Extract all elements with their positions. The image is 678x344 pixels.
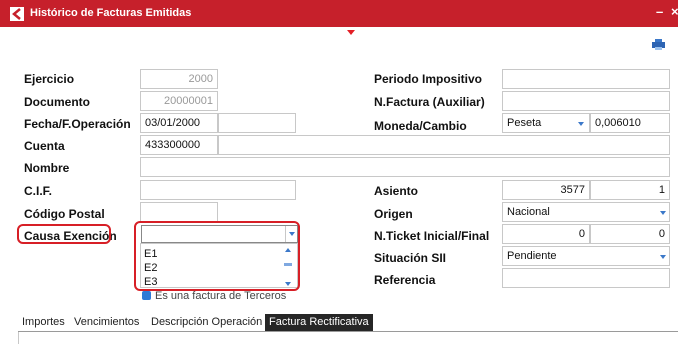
origen-select[interactable]: Nacional bbox=[502, 202, 670, 222]
situacion-sii-label: Situación SII bbox=[374, 251, 447, 265]
collapse-arrow-icon[interactable] bbox=[347, 30, 355, 35]
tab-bar: Importes Vencimientos Descripción Operac… bbox=[18, 314, 678, 332]
causa-exencion-dropdown-highlight bbox=[134, 221, 300, 291]
tab-vencimientos[interactable]: Vencimientos bbox=[70, 314, 143, 331]
chevron-down-icon[interactable] bbox=[660, 211, 666, 215]
origen-value: Nacional bbox=[507, 206, 550, 218]
fecha-operacion-field[interactable] bbox=[218, 113, 296, 133]
ticket-final-field[interactable]: 0 bbox=[590, 224, 670, 244]
situacion-sii-select[interactable]: Pendiente bbox=[502, 246, 670, 266]
cif-label: C.I.F. bbox=[24, 184, 53, 198]
terceros-checkbox[interactable] bbox=[142, 291, 151, 300]
cuenta-field[interactable]: 433300000 bbox=[140, 135, 218, 155]
close-button[interactable]: × bbox=[671, 4, 678, 19]
asiento-label: Asiento bbox=[374, 184, 419, 198]
fecha-field[interactable]: 03/01/2000 bbox=[140, 113, 218, 133]
documento-label: Documento bbox=[24, 95, 90, 109]
asiento-field[interactable]: 3577 bbox=[502, 180, 590, 200]
ejercicio-field[interactable]: 2000 bbox=[140, 69, 218, 89]
ticket-label: N.Ticket Inicial/Final bbox=[374, 229, 490, 243]
cuenta-name-field[interactable] bbox=[218, 135, 670, 155]
tab-content-panel bbox=[18, 332, 678, 344]
printer-icon[interactable] bbox=[652, 39, 665, 50]
cif-field[interactable] bbox=[140, 180, 296, 200]
moneda-select[interactable]: Peseta bbox=[502, 113, 590, 133]
situacion-sii-value: Pendiente bbox=[507, 250, 557, 262]
chevron-down-icon[interactable] bbox=[660, 255, 666, 259]
causa-exencion-label-highlight bbox=[17, 224, 111, 244]
fecha-label: Fecha/F.Operación bbox=[24, 117, 131, 131]
documento-field[interactable]: 20000001 bbox=[140, 91, 218, 111]
ticket-inicial-field[interactable]: 0 bbox=[502, 224, 590, 244]
moneda-label: Moneda/Cambio bbox=[374, 119, 467, 133]
cambio-field[interactable]: 0,006010 bbox=[590, 113, 670, 133]
terceros-label: Es una factura de Terceros bbox=[155, 290, 287, 302]
asiento-line-field[interactable]: 1 bbox=[590, 180, 670, 200]
tab-importes[interactable]: Importes bbox=[18, 314, 69, 331]
chevron-down-icon[interactable] bbox=[578, 122, 584, 126]
tab-factura-rectificativa[interactable]: Factura Rectificativa bbox=[265, 314, 373, 331]
codigo-postal-field[interactable] bbox=[140, 202, 218, 222]
periodo-impositivo-field[interactable] bbox=[502, 69, 670, 89]
periodo-impositivo-label: Periodo Impositivo bbox=[374, 72, 483, 86]
app-logo-icon bbox=[10, 7, 24, 21]
referencia-field[interactable] bbox=[502, 268, 670, 288]
tab-descripcion-operacion[interactable]: Descripción Operación bbox=[147, 314, 266, 331]
nfactura-aux-label: N.Factura (Auxiliar) bbox=[374, 95, 485, 109]
nfactura-aux-field[interactable] bbox=[502, 91, 670, 111]
cuenta-label: Cuenta bbox=[24, 139, 65, 153]
codigo-postal-label: Código Postal bbox=[24, 207, 105, 221]
referencia-label: Referencia bbox=[374, 273, 436, 287]
window-title: Histórico de Facturas Emitidas bbox=[30, 7, 192, 19]
title-bar: Histórico de Facturas Emitidas – × bbox=[0, 0, 678, 27]
origen-label: Origen bbox=[374, 207, 413, 221]
nombre-field[interactable] bbox=[140, 157, 670, 177]
moneda-value: Peseta bbox=[507, 117, 542, 129]
minimize-button[interactable]: – bbox=[656, 4, 663, 19]
nombre-label: Nombre bbox=[24, 161, 70, 175]
ejercicio-label: Ejercicio bbox=[24, 72, 75, 86]
